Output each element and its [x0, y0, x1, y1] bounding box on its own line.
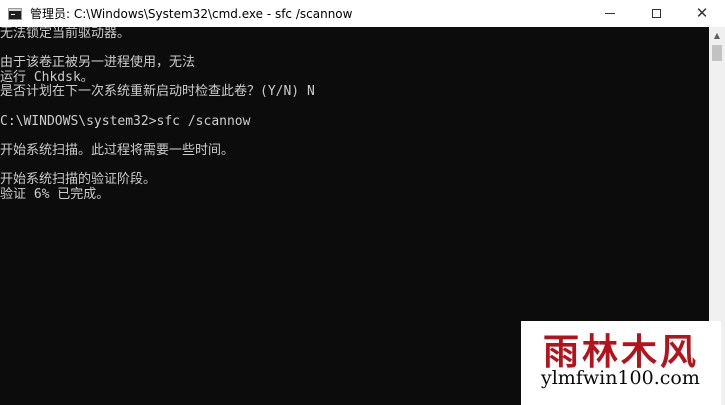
- console-line: 开始系统扫描的验证阶段。: [0, 171, 157, 187]
- scroll-thumb[interactable]: [712, 45, 722, 61]
- console-line: 是否计划在下一次系统重新启动时检查此卷？(Y/N) N: [0, 84, 315, 100]
- console-line: 开始系统扫描。此过程将需要一些时间。: [0, 142, 235, 158]
- console-line: 由于该卷正被另一进程使用，无法: [0, 55, 196, 71]
- console-line: C:\WINDOWS\system32>sfc /scannow: [0, 113, 251, 129]
- window-title: 管理员: C:\Windows\System32\cmd.exe - sfc /…: [30, 7, 353, 21]
- watermark-url: ylmfwin100.com: [541, 367, 700, 389]
- minimize-icon: [605, 13, 615, 14]
- scroll-up-arrow-icon[interactable]: ▲: [709, 27, 725, 44]
- console-line: 验证 6% 已完成。: [0, 186, 110, 202]
- close-button[interactable]: ✕: [679, 0, 725, 27]
- minimize-button[interactable]: [587, 0, 633, 27]
- maximize-icon: [651, 9, 661, 18]
- cmd-app-icon[interactable]: [8, 7, 22, 20]
- close-icon: ✕: [695, 4, 709, 22]
- title-bar[interactable]: 管理员: C:\Windows\System32\cmd.exe - sfc /…: [0, 0, 725, 27]
- window-controls: ✕: [587, 0, 725, 27]
- maximize-button[interactable]: [633, 0, 679, 27]
- cmd-window: 管理员: C:\Windows\System32\cmd.exe - sfc /…: [0, 0, 725, 405]
- watermark-logo: 雨林木风 ylmfwin100.com: [521, 321, 721, 405]
- console-line: 无法锁定当前驱动器。: [0, 27, 131, 41]
